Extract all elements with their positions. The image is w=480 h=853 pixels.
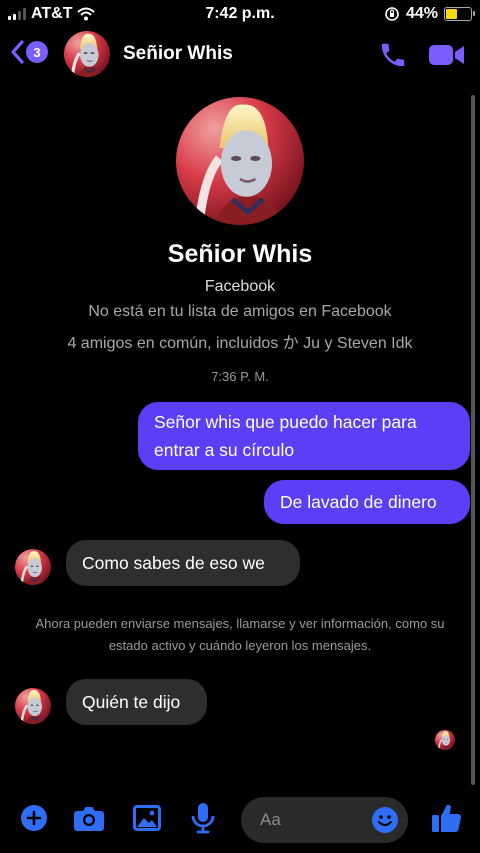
profile-avatar[interactable] <box>176 97 304 225</box>
thumbs-up-icon[interactable] <box>430 802 462 834</box>
emoji-icon[interactable] <box>371 806 399 834</box>
unread-count-badge: 3 <box>26 41 48 63</box>
profile-platform: Facebook <box>204 278 276 295</box>
battery-percent: 44% <box>405 5 438 22</box>
status-right-group: 44% <box>384 5 475 23</box>
mutual-friends-text: 4 amigos en común, incluidos か Ju y Stev… <box>67 335 413 352</box>
camera-icon[interactable] <box>73 804 105 832</box>
outgoing-message[interactable]: De lavado de dinero <box>264 480 470 524</box>
contact-avatar[interactable] <box>64 31 110 77</box>
microphone-icon[interactable] <box>190 802 216 834</box>
sender-avatar[interactable] <box>15 688 51 724</box>
orientation-lock-icon <box>385 7 399 21</box>
profile-name: Señior Whis <box>167 240 313 268</box>
chevron-left-icon <box>11 40 24 64</box>
image-gallery-icon[interactable] <box>132 804 162 832</box>
message-composer: Aa <box>0 790 480 853</box>
plus-icon[interactable] <box>20 804 48 832</box>
outgoing-message[interactable]: Señor whis que puedo hacer para entrar a… <box>138 402 470 470</box>
contact-name[interactable]: Señior Whis <box>123 43 233 65</box>
back-button[interactable]: 3 <box>10 40 48 64</box>
message-timestamp: 7:36 P. M. <box>211 369 269 384</box>
scrollbar[interactable] <box>471 95 475 785</box>
message-input-placeholder: Aa <box>260 810 281 829</box>
battery-icon <box>444 7 475 21</box>
chat-header: 3 Señior Whis <box>0 30 480 80</box>
video-call-icon[interactable] <box>428 42 466 68</box>
phone-call-icon[interactable] <box>378 40 408 70</box>
friend-status-text: No está en tu lista de amigos en Faceboo… <box>88 303 392 320</box>
incoming-message[interactable]: Como sabes de eso we <box>66 540 300 586</box>
sender-avatar[interactable] <box>15 549 51 585</box>
incoming-message[interactable]: Quién te dijo <box>66 679 207 725</box>
privacy-notice: Ahora pueden enviarse mensajes, llamarse… <box>35 616 445 653</box>
status-bar: AT&T 7:42 p.m. 44% <box>0 0 480 30</box>
message-input[interactable]: Aa <box>241 797 408 843</box>
seen-receipt-avatar <box>435 730 455 750</box>
